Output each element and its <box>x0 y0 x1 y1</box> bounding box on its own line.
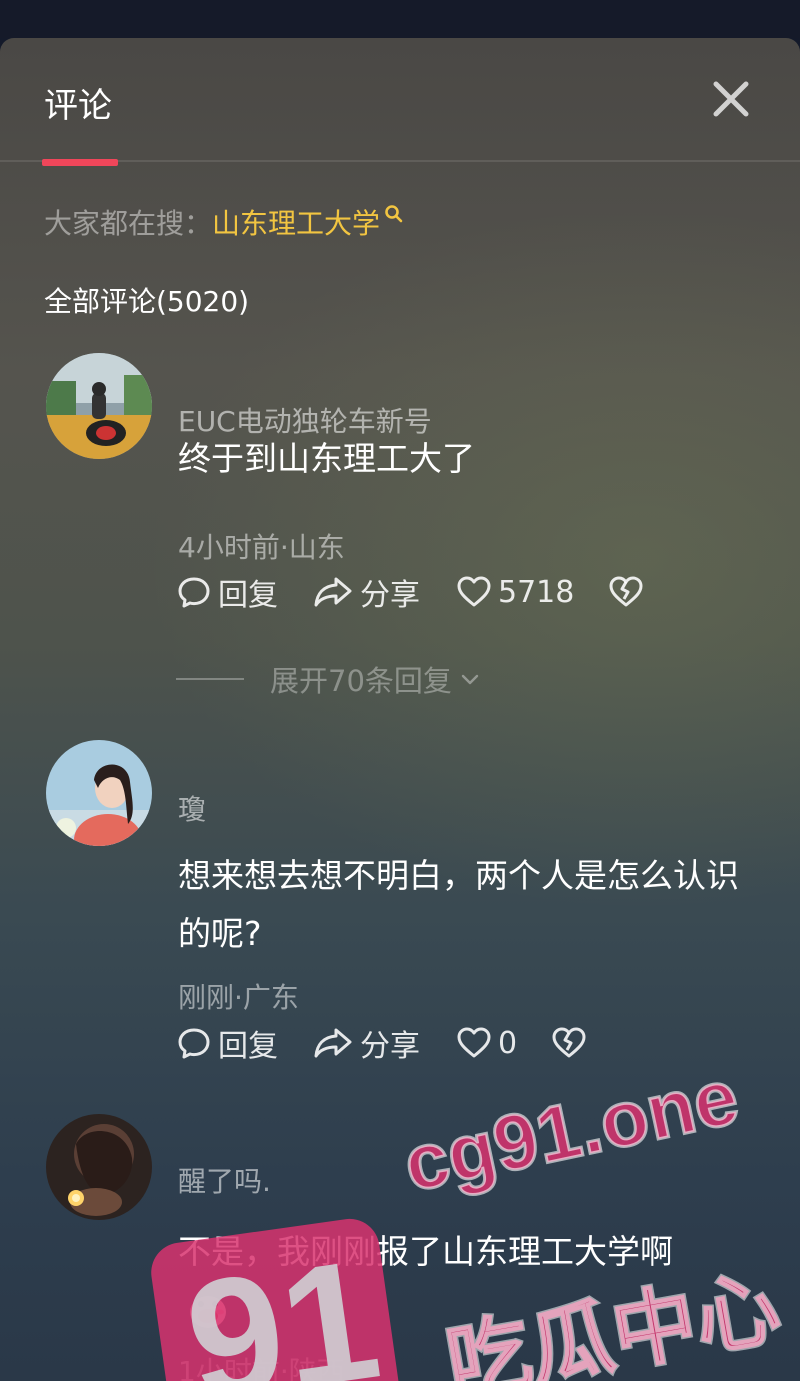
comment-username[interactable]: 瓊 <box>178 788 206 828</box>
reply-label: 回复 <box>218 578 278 613</box>
share-button[interactable]: 分享 <box>312 570 420 614</box>
comment-username[interactable]: 醒了吗. <box>178 1160 271 1200</box>
broken-heart-icon <box>609 576 643 607</box>
like-button[interactable]: 0 <box>456 1026 517 1061</box>
active-tab-indicator <box>42 159 118 166</box>
like-count: 5718 <box>498 574 575 610</box>
share-label: 分享 <box>360 1029 420 1064</box>
like-count: 0 <box>498 1025 518 1061</box>
comment-text: 想来想去想不明白，两个人是怎么认识的呢? <box>178 856 739 953</box>
dislike-button[interactable] <box>608 575 644 609</box>
all-comments-count: 全部评论(5020) <box>44 285 250 318</box>
comment-bubble-icon <box>178 1028 210 1059</box>
dislike-button[interactable] <box>551 1026 587 1060</box>
comment-actions: 回复 分享 0 <box>176 1021 587 1065</box>
sheet-header: 评论 <box>0 38 800 166</box>
expand-replies-button[interactable]: 展开70条回复 <box>176 658 482 700</box>
comment-text: 终于到山东理工大了 <box>178 439 475 478</box>
header-divider <box>0 160 800 162</box>
comments-sheet: 评论 大家都在搜： 山东理工大学 全部评论(5020) EUC电动独轮车新号 终… <box>0 38 800 1381</box>
trending-search-term[interactable]: 山东理工大学 <box>212 202 380 242</box>
trending-search[interactable]: 大家都在搜： 山东理工大学 <box>44 202 404 242</box>
share-arrow-icon <box>314 577 352 607</box>
expand-replies-label: 展开70条回复 <box>270 664 452 698</box>
emoji-sticker <box>186 1290 230 1330</box>
reply-button[interactable]: 回复 <box>176 1021 278 1065</box>
broken-heart-icon <box>552 1027 586 1058</box>
comment-bubble-icon <box>178 577 210 608</box>
reply-button[interactable]: 回复 <box>176 570 278 614</box>
comment-actions: 回复 分享 5718 <box>176 570 644 614</box>
comment-text: 不是，我刚刚报了山东理工大学啊 <box>178 1232 673 1271</box>
like-button[interactable]: 5718 <box>456 575 574 610</box>
heart-icon <box>457 576 491 607</box>
avatar[interactable] <box>46 1114 152 1220</box>
reply-label: 回复 <box>218 1029 278 1064</box>
chevron-down-icon <box>461 674 479 685</box>
search-icon <box>385 205 403 223</box>
close-button[interactable] <box>710 78 752 120</box>
avatar[interactable] <box>46 740 152 846</box>
trending-search-prefix: 大家都在搜： <box>44 207 213 240</box>
share-arrow-icon <box>314 1028 352 1058</box>
share-label: 分享 <box>360 578 420 613</box>
status-bar <box>0 0 800 38</box>
page-title: 评论 <box>44 86 112 126</box>
heart-icon <box>457 1027 491 1058</box>
watermark-domain: cg91.one <box>396 1068 745 1208</box>
share-button[interactable]: 分享 <box>312 1021 420 1065</box>
expand-divider-line <box>176 678 244 680</box>
avatar[interactable] <box>46 353 152 459</box>
comment-meta: 刚刚·广东 <box>178 981 299 1014</box>
comment-meta: 1小时前·陕西 <box>178 1355 345 1381</box>
close-icon <box>713 81 749 117</box>
comment-meta: 4小时前·山东 <box>178 531 345 564</box>
